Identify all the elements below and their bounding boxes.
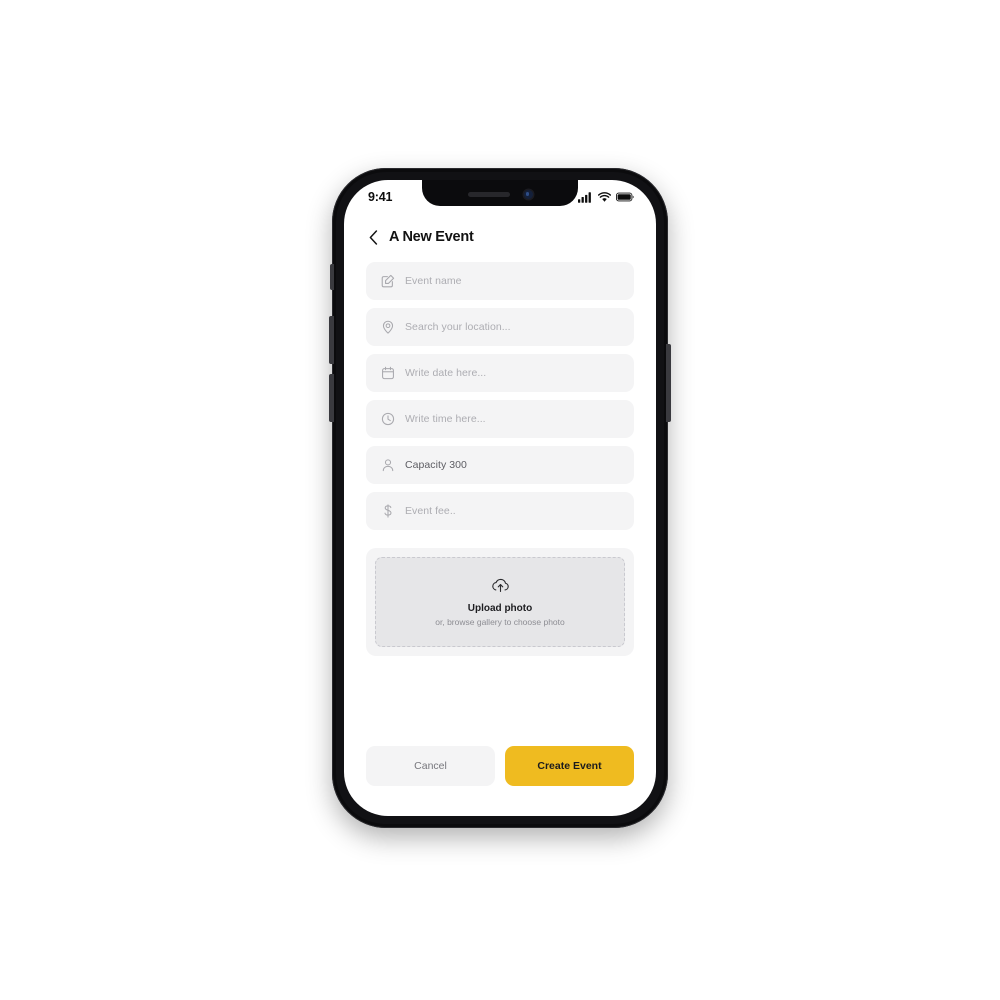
time-placeholder: Write time here... bbox=[405, 413, 486, 425]
create-event-button[interactable]: Create Event bbox=[505, 746, 634, 786]
screen-content: A New Event Event name Search your locat… bbox=[344, 210, 656, 816]
date-placeholder: Write date here... bbox=[405, 367, 487, 379]
signal-icon bbox=[578, 191, 591, 203]
clock-icon bbox=[380, 412, 395, 427]
event-name-placeholder: Event name bbox=[405, 275, 462, 287]
location-placeholder: Search your location... bbox=[405, 321, 511, 333]
map-pin-icon bbox=[380, 320, 395, 335]
volume-down-button[interactable] bbox=[329, 374, 334, 422]
canvas: 9:41 A New Event Event name Search your … bbox=[0, 0, 1000, 1000]
fee-field[interactable]: Event fee.. bbox=[366, 492, 634, 530]
back-button[interactable] bbox=[366, 228, 380, 246]
user-icon bbox=[380, 458, 395, 473]
phone-frame: 9:41 A New Event Event name Search your … bbox=[329, 168, 671, 828]
event-name-field[interactable]: Event name bbox=[366, 262, 634, 300]
status-time: 9:41 bbox=[368, 190, 393, 204]
volume-up-button[interactable] bbox=[329, 316, 334, 364]
phone-screen: 9:41 A New Event Event name Search your … bbox=[344, 180, 656, 816]
dollar-icon bbox=[380, 504, 395, 519]
event-form: Event name Search your location... Write… bbox=[344, 262, 656, 530]
power-button[interactable] bbox=[666, 344, 671, 422]
upload-container: Upload photo or, browse gallery to choos… bbox=[366, 548, 634, 656]
notch bbox=[422, 180, 578, 206]
upload-title: Upload photo bbox=[467, 602, 533, 614]
front-camera bbox=[523, 190, 533, 199]
edit-square-icon bbox=[380, 274, 395, 289]
action-bar: Cancel Create Event bbox=[344, 746, 656, 816]
earpiece-speaker bbox=[467, 192, 510, 197]
battery-icon bbox=[616, 192, 634, 202]
location-field[interactable]: Search your location... bbox=[366, 308, 634, 346]
upload-photo-dropzone[interactable]: Upload photo or, browse gallery to choos… bbox=[375, 557, 625, 647]
calendar-icon bbox=[380, 366, 395, 381]
capacity-field[interactable]: Capacity 300 bbox=[366, 446, 634, 484]
date-field[interactable]: Write date here... bbox=[366, 354, 634, 392]
wifi-icon bbox=[598, 191, 611, 202]
silent-switch[interactable] bbox=[330, 264, 334, 290]
upload-subtitle: or, browse gallery to choose photo bbox=[435, 616, 565, 627]
cancel-button[interactable]: Cancel bbox=[366, 746, 495, 786]
screen-header: A New Event bbox=[344, 210, 656, 262]
page-title: A New Event bbox=[389, 229, 474, 245]
time-field[interactable]: Write time here... bbox=[366, 400, 634, 438]
cloud-upload-icon bbox=[491, 578, 510, 598]
fee-placeholder: Event fee.. bbox=[405, 505, 456, 517]
status-icons bbox=[578, 191, 634, 203]
chevron-left-icon bbox=[369, 229, 377, 245]
capacity-value: Capacity 300 bbox=[405, 459, 467, 471]
